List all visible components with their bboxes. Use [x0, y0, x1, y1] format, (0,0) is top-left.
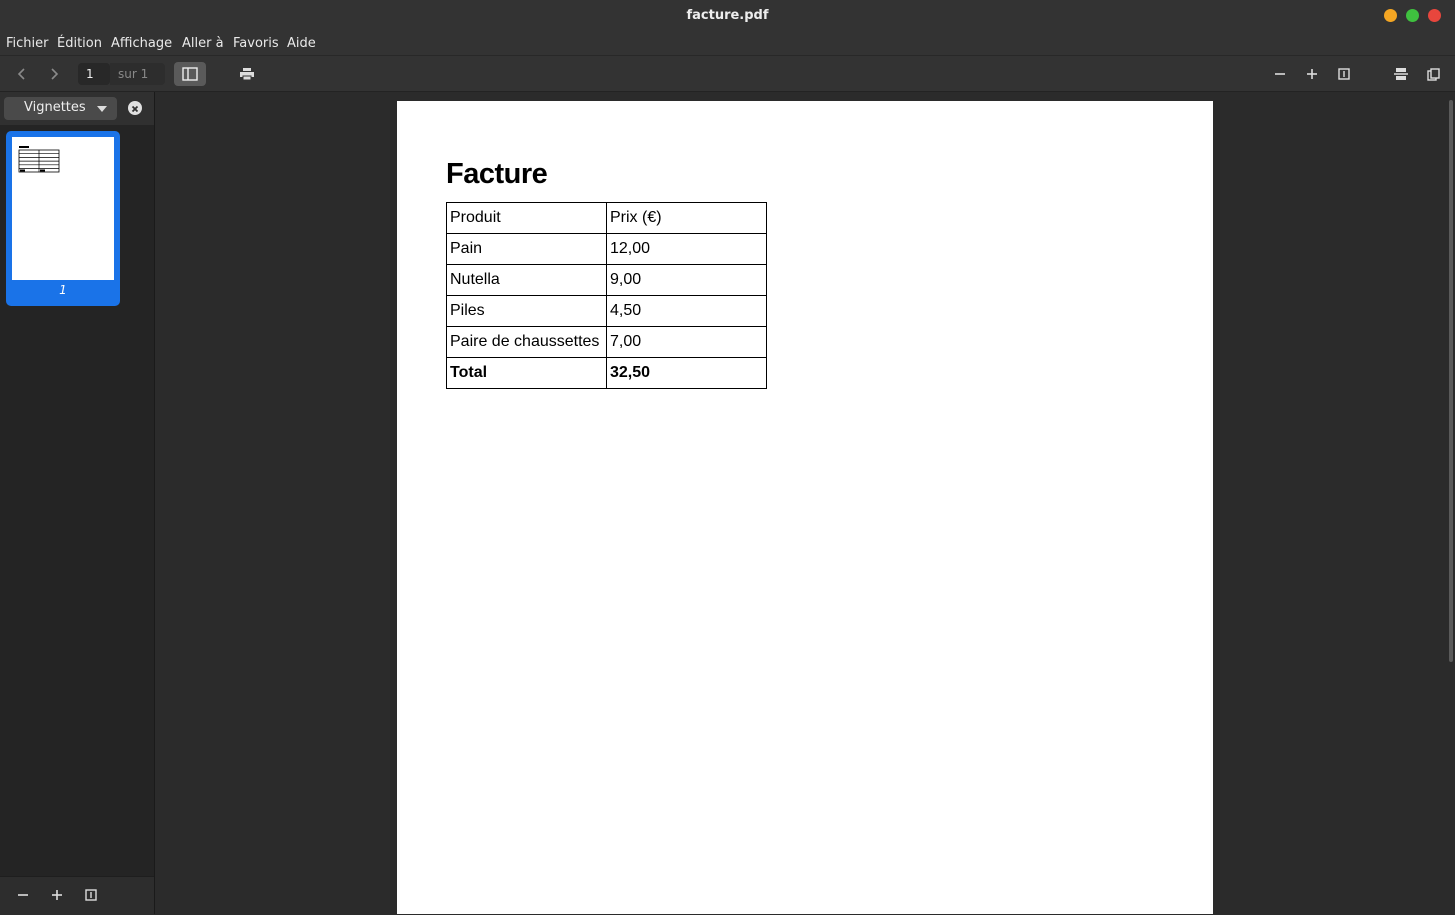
table-row: Pain 12,00: [446, 233, 767, 265]
table-row: Piles 4,50: [446, 295, 767, 327]
annotate-button[interactable]: [1390, 63, 1412, 85]
document-title: Facture: [446, 158, 548, 190]
window-title: facture.pdf: [686, 8, 769, 23]
page-total-label: sur 1: [110, 63, 165, 85]
product-cell: Pain: [446, 233, 607, 265]
product-cell: Nutella: [446, 264, 607, 296]
menu-fichier[interactable]: Fichier: [6, 36, 49, 51]
chevron-left-icon: [17, 68, 25, 80]
menu-aide[interactable]: Aide: [287, 36, 316, 51]
sidebar-toggle-icon: [182, 67, 198, 81]
price-cell: 4,50: [606, 295, 767, 327]
thumbnail-image: [18, 146, 60, 173]
sidebar-toggle-button[interactable]: [174, 62, 206, 86]
menu-edition[interactable]: Édition: [57, 36, 102, 51]
page-thumbnail[interactable]: 1: [6, 131, 120, 306]
zoom-out-icon: [18, 894, 28, 896]
menu-favoris[interactable]: Favoris: [233, 36, 279, 51]
invoice-table: Produit Prix (€) Pain 12,00 Nutella 9,00…: [446, 202, 767, 389]
zoom-out-icon: [1275, 73, 1285, 75]
zoom-in-icon: [1307, 69, 1317, 79]
table-total-row: Total 32,50: [446, 357, 767, 389]
next-page-button[interactable]: [44, 63, 64, 85]
copy-button[interactable]: [1422, 63, 1444, 85]
sidebar-zoom-out-button[interactable]: [13, 885, 33, 905]
sidebar-header: Vignettes: [0, 92, 154, 125]
price-cell: 7,00: [606, 326, 767, 358]
sidebar-footer: [0, 876, 154, 915]
toolbar: 1 sur 1: [0, 55, 1455, 92]
table-row: Paire de chaussettes 7,00: [446, 326, 767, 358]
minimize-button[interactable]: [1384, 9, 1397, 22]
zoom-in-button[interactable]: [1302, 63, 1322, 85]
sidebar: Vignettes 1: [0, 92, 155, 915]
total-value-cell: 32,50: [606, 357, 767, 389]
close-sidebar-button[interactable]: [128, 101, 142, 115]
menu-affichage[interactable]: Affichage: [111, 36, 172, 51]
fit-page-button[interactable]: [1334, 63, 1354, 85]
title-bar: facture.pdf: [0, 0, 1455, 33]
fit-page-icon: [85, 889, 97, 901]
sidebar-fit-button[interactable]: [81, 885, 101, 905]
sidebar-mode-dropdown[interactable]: Vignettes: [4, 97, 117, 120]
total-label-cell: Total: [446, 357, 607, 389]
print-button[interactable]: [236, 63, 258, 85]
page-number-input[interactable]: 1: [78, 63, 110, 85]
sidebar-mode-label: Vignettes: [24, 100, 86, 115]
header-cell: Produit: [446, 202, 607, 234]
sidebar-zoom-in-button[interactable]: [47, 885, 67, 905]
zoom-out-button[interactable]: [1270, 63, 1290, 85]
maximize-button[interactable]: [1406, 9, 1419, 22]
price-cell: 12,00: [606, 233, 767, 265]
chevron-right-icon: [51, 68, 59, 80]
close-icon: [131, 105, 139, 113]
menu-bar: Fichier Édition Affichage Aller à Favori…: [0, 33, 1455, 55]
pdf-page: Facture Produit Prix (€) Pain 12,00 Nute…: [397, 101, 1213, 914]
menu-aller-a[interactable]: Aller à: [182, 36, 224, 51]
vertical-scrollbar[interactable]: [1449, 100, 1453, 662]
document-viewer[interactable]: Facture Produit Prix (€) Pain 12,00 Nute…: [155, 92, 1455, 914]
copy-icon: [1426, 67, 1440, 81]
close-button[interactable]: [1428, 9, 1441, 22]
thumbnail-label: 1: [59, 283, 67, 297]
annotate-icon: [1394, 68, 1408, 80]
zoom-in-icon: [52, 890, 62, 900]
previous-page-button[interactable]: [12, 63, 32, 85]
table-row: Nutella 9,00: [446, 264, 767, 296]
print-icon: [240, 68, 254, 80]
header-cell: Prix (€): [606, 202, 767, 234]
table-header-row: Produit Prix (€): [446, 202, 767, 234]
chevron-down-icon: [97, 106, 107, 112]
fit-page-icon: [1338, 68, 1350, 80]
thumbnail-preview: [12, 137, 114, 280]
product-cell: Piles: [446, 295, 607, 327]
price-cell: 9,00: [606, 264, 767, 296]
product-cell: Paire de chaussettes: [446, 326, 607, 358]
